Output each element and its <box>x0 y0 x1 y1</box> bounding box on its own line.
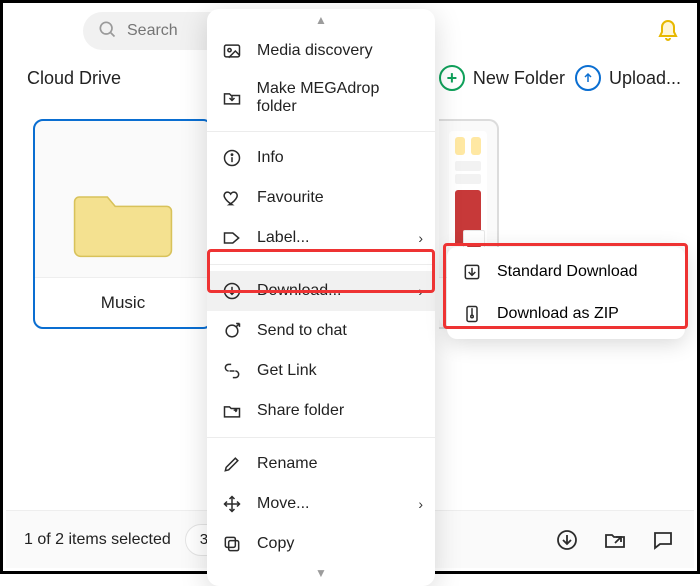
copy-icon <box>221 533 243 555</box>
new-folder-button[interactable]: + New Folder <box>439 65 565 91</box>
chat-icon[interactable] <box>650 527 676 553</box>
menu-label: Media discovery <box>257 42 373 60</box>
zip-icon <box>461 303 483 325</box>
move-icon <box>221 493 243 515</box>
context-menu: ▲ Media discovery Make MEGAdrop folder I… <box>207 9 435 586</box>
image-icon <box>221 40 243 62</box>
chevron-right-icon: › <box>418 283 423 299</box>
chevron-right-icon: › <box>418 496 423 512</box>
menu-label: Move... <box>257 495 309 513</box>
folder-in-icon <box>221 87 243 109</box>
upload-label: Upload... <box>609 68 681 89</box>
menu-rename[interactable]: Rename <box>207 444 435 484</box>
breadcrumb[interactable]: Cloud Drive <box>27 68 121 89</box>
menu-label: Copy <box>257 535 294 553</box>
search-icon <box>97 19 117 44</box>
heart-icon <box>221 187 243 209</box>
menu-send-to-chat[interactable]: Send to chat <box>207 311 435 351</box>
share-folder-icon <box>221 400 243 422</box>
menu-info[interactable]: Info <box>207 138 435 178</box>
pencil-icon <box>221 453 243 475</box>
menu-label: Make MEGAdrop folder <box>257 80 421 116</box>
menu-favourite[interactable]: Favourite <box>207 178 435 218</box>
selection-count: 1 of 2 items selected <box>24 531 171 549</box>
submenu-label: Download as ZIP <box>497 305 619 323</box>
menu-label: Get Link <box>257 362 317 380</box>
menu-move[interactable]: Move... › <box>207 484 435 524</box>
menu-get-link[interactable]: Get Link <box>207 351 435 391</box>
open-folder-icon[interactable] <box>602 527 628 553</box>
plus-icon: + <box>439 65 465 91</box>
submenu-label: Standard Download <box>497 263 638 281</box>
new-folder-label: New Folder <box>473 68 565 89</box>
chat-send-icon <box>221 320 243 342</box>
info-icon <box>221 147 243 169</box>
folder-tile-music[interactable]: Music <box>33 119 213 329</box>
tile-label: Music <box>35 277 211 327</box>
menu-share-folder[interactable]: Share folder <box>207 391 435 431</box>
menu-label: Favourite <box>257 189 324 207</box>
menu-label: Download... <box>257 282 342 300</box>
download-icon <box>221 280 243 302</box>
menu-separator <box>207 264 435 265</box>
menu-label: Share folder <box>257 402 344 420</box>
folder-icon <box>73 182 173 267</box>
download-icon <box>461 261 483 283</box>
submenu-download-zip[interactable]: Download as ZIP <box>447 293 685 335</box>
menu-label-item[interactable]: Label... › <box>207 218 435 258</box>
submenu-standard-download[interactable]: Standard Download <box>447 251 685 293</box>
menu-label: Info <box>257 149 284 167</box>
menu-copy[interactable]: Copy <box>207 524 435 564</box>
transfers-download-icon[interactable] <box>554 527 580 553</box>
download-submenu: Standard Download Download as ZIP <box>447 247 685 339</box>
notifications-bell-icon[interactable] <box>655 18 681 44</box>
menu-download[interactable]: Download... › <box>207 271 435 311</box>
upload-button[interactable]: Upload... <box>575 65 681 91</box>
menu-separator <box>207 437 435 438</box>
menu-media-discovery[interactable]: Media discovery <box>207 31 435 71</box>
link-icon <box>221 360 243 382</box>
chevron-right-icon: › <box>418 230 423 246</box>
menu-separator <box>207 131 435 132</box>
menu-label: Rename <box>257 455 317 473</box>
upload-icon <box>575 65 601 91</box>
menu-scroll-down[interactable]: ▼ <box>207 564 435 584</box>
menu-make-megadrop[interactable]: Make MEGAdrop folder <box>207 71 435 125</box>
menu-label: Send to chat <box>257 322 347 340</box>
menu-scroll-up[interactable]: ▲ <box>207 11 435 31</box>
menu-label: Label... <box>257 229 309 247</box>
tag-icon <box>221 227 243 249</box>
